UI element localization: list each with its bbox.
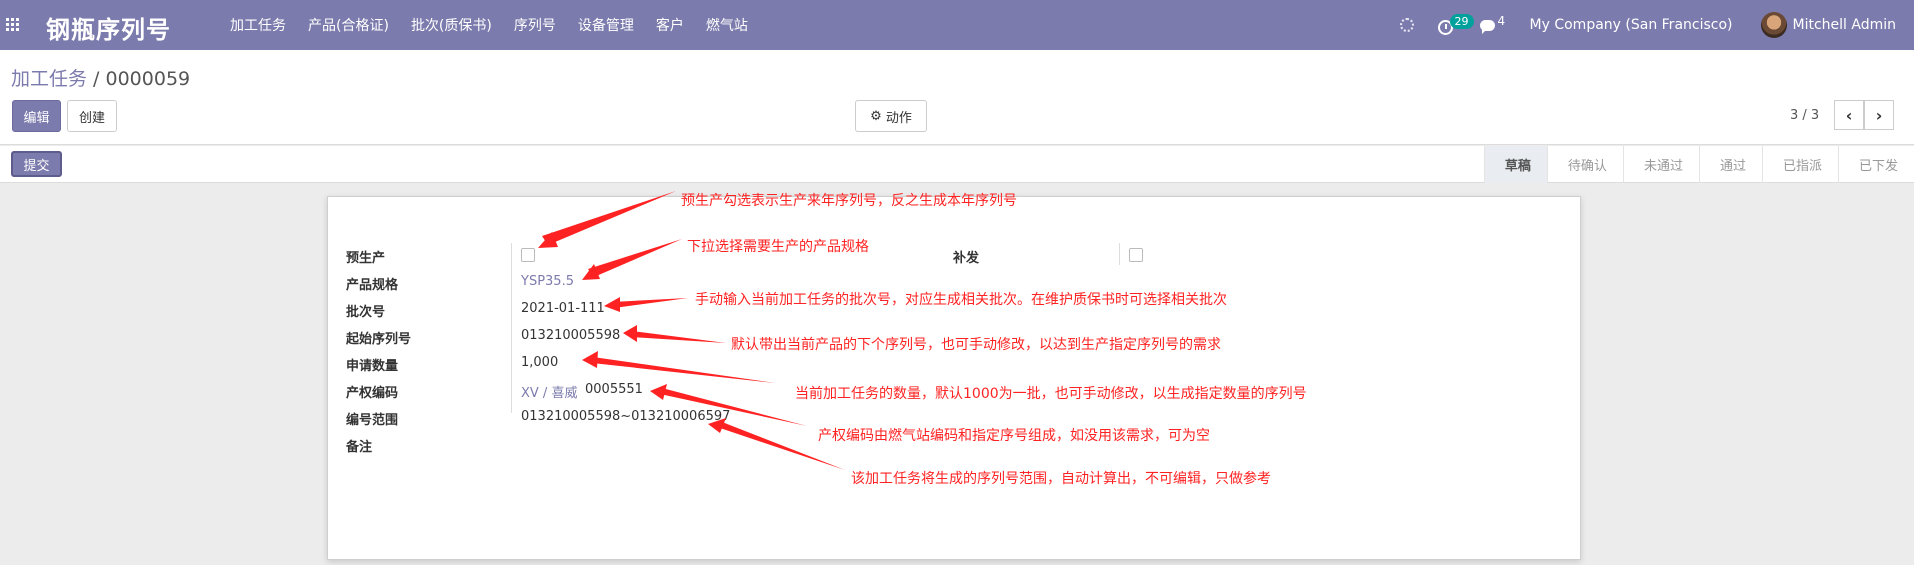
gear-icon: ⚙ — [870, 108, 882, 124]
label-divider-right — [1119, 243, 1120, 265]
user-menu[interactable]: Mitchell Admin — [1760, 12, 1897, 38]
start-serial-label: 起始序列号 — [346, 332, 412, 347]
remark-label: 备注 — [346, 440, 373, 455]
stage-pipeline: 草稿 待确认 未通过 通过 已指派 已下发 — [1483, 146, 1914, 183]
top-navbar: 钢瓶序列号 加工任务 产品(合格证) 批次(质保书) 序列号 设备管理 客户 燃… — [0, 0, 1914, 50]
property-code-number: 0005551 — [585, 382, 643, 397]
property-code-label: 产权编码 — [346, 386, 399, 401]
pre-production-checkbox[interactable] — [521, 248, 535, 262]
annotation-serial-range: 该加工任务将生成的序列号范围，自动计算出，不可编辑，只做参考 — [851, 471, 1271, 487]
messages-button[interactable]: 4 — [1479, 14, 1508, 34]
label-divider — [511, 243, 512, 413]
annotation-pre-production: 预生产勾选表示生产来年序列号，反之生成本年序列号 — [681, 193, 1017, 209]
stage-assigned[interactable]: 已指派 — [1761, 146, 1838, 183]
pager-next-button[interactable]: › — [1864, 100, 1894, 130]
edit-button[interactable]: 编辑 — [12, 100, 61, 132]
breadcrumb-parent-link[interactable]: 加工任务 — [11, 68, 87, 90]
pre-production-label: 预生产 — [346, 251, 386, 266]
app-title: 钢瓶序列号 — [46, 16, 171, 44]
message-count-badge: 4 — [1497, 14, 1506, 28]
activity-button[interactable]: 29 — [1437, 14, 1474, 35]
breadcrumb-current: 0000059 — [105, 68, 191, 90]
start-serial-value: 013210005598 — [521, 328, 621, 343]
annotation-start-serial: 默认带出当前产品的下个序列号，也可手动修改，以达到生产指定序列号的需求 — [731, 337, 1221, 353]
serial-range-value: 013210005598~013210006597 — [521, 409, 731, 424]
avatar — [1760, 12, 1787, 38]
submit-button[interactable]: 提交 — [11, 151, 62, 177]
breadcrumb-separator: / — [87, 68, 106, 90]
menu-item-gas-stations[interactable]: 燃气站 — [706, 15, 748, 35]
status-bar: 提交 草稿 待确认 未通过 通过 已指派 已下发 — [0, 146, 1914, 183]
chat-bubble-icon — [1479, 20, 1495, 34]
menu-item-products[interactable]: 产品(合格证) — [308, 15, 389, 35]
action-label: 动作 — [885, 110, 912, 126]
breadcrumb: 加工任务 / 0000059 — [11, 64, 190, 91]
menu-item-processing-tasks[interactable]: 加工任务 — [230, 15, 286, 35]
quantity-label: 申请数量 — [346, 359, 399, 374]
pager-previous-button[interactable]: ‹ — [1834, 100, 1864, 130]
stage-approved[interactable]: 通过 — [1698, 146, 1762, 183]
loading-spinner-icon — [1399, 18, 1414, 32]
annotation-quantity: 当前加工任务的数量，默认1000为一批，也可手动修改，以生成指定数量的序列号 — [795, 386, 1307, 402]
menu-item-batches[interactable]: 批次(质保书) — [411, 15, 492, 35]
chevron-right-icon: › — [1875, 105, 1883, 125]
menu-item-customers[interactable]: 客户 — [656, 15, 684, 35]
menu-item-equipment[interactable]: 设备管理 — [578, 15, 634, 35]
stage-draft[interactable]: 草稿 — [1483, 146, 1547, 183]
reissue-label: 补发 — [953, 251, 980, 266]
annotation-property-code: 产权编码由燃气站编码和指定序号组成，如没用该需求，可为空 — [818, 428, 1210, 444]
annotation-batch: 手动输入当前加工任务的批次号，对应生成相关批次。在维护质保书时可选择相关批次 — [695, 292, 1227, 308]
batch-value: 2021-01-111 — [521, 301, 605, 316]
product-spec-label: 产品规格 — [346, 278, 399, 293]
property-code-station-link[interactable]: XV / 喜威 — [521, 382, 577, 401]
control-panel: 加工任务 / 0000059 编辑 创建 ⚙ 动作 3 / 3 ‹ › — [0, 50, 1914, 145]
menu-item-serial-numbers[interactable]: 序列号 — [514, 15, 556, 35]
stage-rejected[interactable]: 未通过 — [1622, 146, 1699, 183]
company-switcher[interactable]: My Company (San Francisco) — [1530, 17, 1733, 33]
navbar-right: 29 4 My Company (San Francisco) Mitchell… — [1399, 0, 1914, 50]
reissue-checkbox[interactable] — [1129, 248, 1143, 262]
pager-value: 3 / 3 — [1790, 108, 1820, 123]
user-name: Mitchell Admin — [1792, 17, 1897, 33]
batch-label: 批次号 — [346, 305, 386, 320]
form-sheet: 预生产 补发 产品规格 YSP35.5 批次号 2021-01-111 起始序列… — [327, 196, 1581, 560]
chevron-left-icon: ‹ — [1845, 105, 1853, 125]
create-button[interactable]: 创建 — [67, 100, 117, 132]
activity-count-badge: 29 — [1449, 14, 1474, 29]
apps-menu-icon[interactable] — [6, 18, 19, 31]
serial-range-label: 编号范围 — [346, 413, 399, 428]
action-button[interactable]: ⚙ 动作 — [855, 100, 927, 132]
quantity-value: 1,000 — [521, 355, 559, 370]
stage-issued[interactable]: 已下发 — [1837, 146, 1914, 183]
stage-pending-confirm[interactable]: 待确认 — [1546, 146, 1623, 183]
annotation-product-spec: 下拉选择需要生产的产品规格 — [687, 239, 869, 255]
main-menu: 加工任务 产品(合格证) 批次(质保书) 序列号 设备管理 客户 燃气站 — [230, 0, 770, 50]
product-spec-value[interactable]: YSP35.5 — [521, 274, 574, 289]
